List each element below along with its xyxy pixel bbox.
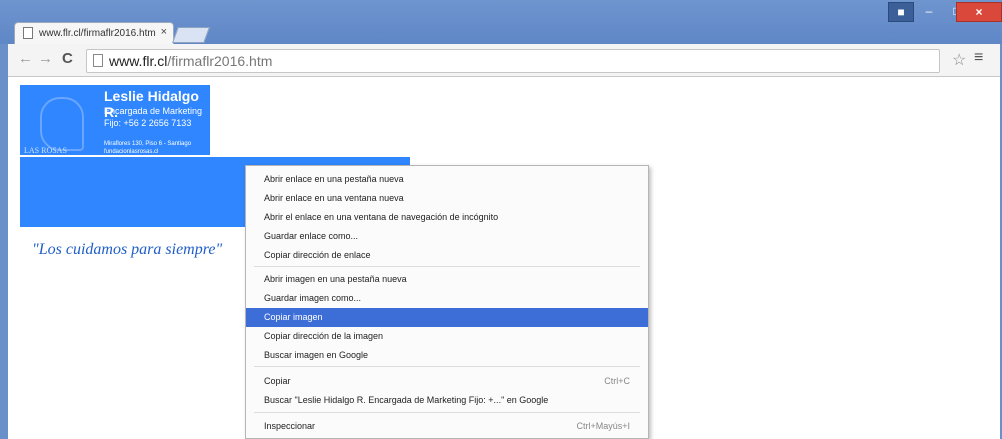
bookmark-star-icon[interactable]: ☆ (952, 50, 966, 70)
url-text[interactable]: www.flr.cl/firmaflr2016.htm (109, 53, 272, 69)
menu-item-search-image[interactable]: Buscar imagen en Google (246, 346, 648, 365)
menu-item-open-link-incognito[interactable]: Abrir el enlace en una ventana de navega… (246, 208, 648, 227)
url-domain: www.flr.cl (109, 53, 168, 69)
url-path: /firmaflr2016.htm (167, 53, 273, 69)
browser-toolbar: ← → C www.flr.cl/firmaflr2016.htm ☆ ≡ (8, 44, 1000, 77)
page-icon (23, 27, 33, 39)
new-tab-button[interactable] (172, 27, 210, 43)
menu-item-copy[interactable]: Copiar Ctrl+C (246, 372, 648, 391)
title-bar: www.flr.cl/firmaflr2016.htm × ■ – □ × (0, 0, 1002, 45)
menu-separator (254, 366, 640, 367)
signature-phone: Fijo: +56 2 2656 7133 (104, 118, 192, 128)
tab-close-icon[interactable]: × (161, 26, 167, 38)
menu-item-copy-image[interactable]: Copiar imagen (246, 308, 648, 327)
menu-item-inspect[interactable]: Inspeccionar Ctrl+Mayús+I (246, 417, 648, 436)
rose-logo-icon (40, 97, 84, 151)
signature-block: LAS ROSAS Leslie Hidalgo R. Encargada de… (20, 85, 210, 155)
reload-icon[interactable]: C (62, 50, 73, 67)
address-bar[interactable]: www.flr.cl/firmaflr2016.htm (86, 49, 940, 73)
menu-item-open-link-tab[interactable]: Abrir enlace en una pestaña nueva (246, 170, 648, 189)
back-icon[interactable]: ← (18, 50, 33, 67)
signature-email: fundacionlasrosas.cl (104, 149, 159, 155)
signature-address: Miraflores 130, Piso 6 - Santiago (104, 141, 192, 147)
minimize-button[interactable]: – (916, 2, 942, 20)
close-window-button[interactable]: × (956, 2, 1002, 22)
slogan-text: "Los cuidamos para siempre" (32, 241, 223, 258)
logo-text: LAS ROSAS (24, 146, 67, 155)
menu-separator (254, 412, 640, 413)
menu-separator (254, 266, 640, 267)
menu-item-open-image-tab[interactable]: Abrir imagen en una pestaña nueva (246, 270, 648, 289)
page-icon (93, 54, 103, 67)
tab-title: www.flr.cl/firmaflr2016.htm (39, 28, 156, 39)
forward-icon[interactable]: → (38, 50, 53, 67)
browser-tab[interactable]: www.flr.cl/firmaflr2016.htm × (14, 22, 174, 45)
menu-item-search-text[interactable]: Buscar "Leslie Hidalgo R. Encargada de M… (246, 391, 648, 410)
menu-item-copy-link[interactable]: Copiar dirección de enlace (246, 246, 648, 265)
browser-window: www.flr.cl/firmaflr2016.htm × ■ – □ × ← … (0, 0, 1002, 439)
menu-icon[interactable]: ≡ (974, 49, 983, 67)
signature-role: Encargada de Marketing (104, 106, 203, 116)
menu-item-open-link-window[interactable]: Abrir enlace en una ventana nueva (246, 189, 648, 208)
menu-item-save-image[interactable]: Guardar imagen como... (246, 289, 648, 308)
menu-item-save-link[interactable]: Guardar enlace como... (246, 227, 648, 246)
menu-item-copy-image-address[interactable]: Copiar dirección de la imagen (246, 327, 648, 346)
user-icon[interactable]: ■ (888, 2, 914, 22)
context-menu: Abrir enlace en una pestaña nueva Abrir … (245, 165, 649, 439)
